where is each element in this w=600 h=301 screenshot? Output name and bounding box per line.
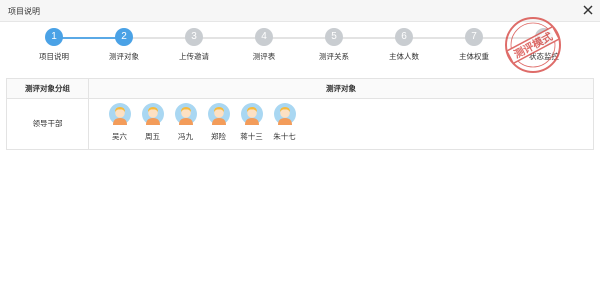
step-number: 2	[115, 28, 133, 46]
person-item[interactable]: 蒋十三	[235, 103, 268, 142]
close-icon[interactable]	[582, 4, 594, 16]
mode-stamp: 测评模式	[505, 17, 561, 73]
step-number: 7	[465, 28, 483, 46]
step-4[interactable]: 4 测评表	[234, 28, 294, 62]
person-name: 蒋十三	[240, 132, 263, 141]
step-label: 项目说明	[39, 52, 69, 61]
person-name: 朱十七	[273, 132, 296, 141]
person-item[interactable]: 朱十七	[268, 103, 301, 142]
person-name: 郑险	[211, 132, 226, 141]
person-item[interactable]: 周五	[136, 103, 169, 142]
person-name: 冯九	[178, 132, 193, 141]
person-item[interactable]: 吴六	[103, 103, 136, 142]
avatar-icon	[108, 103, 131, 125]
step-label: 测评关系	[319, 52, 349, 61]
step-label: 测评表	[252, 52, 276, 61]
group-cell: 领导干部	[7, 99, 89, 149]
header-group: 测评对象分组	[7, 79, 89, 98]
table-row: 领导干部 吴六 周五 冯九 郑险 蒋十三 朱十七	[7, 99, 593, 149]
avatar-icon	[240, 103, 263, 125]
step-label: 主体人数	[389, 52, 419, 61]
step-6[interactable]: 6 主体人数	[374, 28, 434, 62]
step-number: 3	[185, 28, 203, 46]
step-number: 6	[395, 28, 413, 46]
step-number: 4	[255, 28, 273, 46]
window-title: 项目说明	[8, 7, 40, 16]
person-name: 吴六	[112, 132, 127, 141]
avatar-icon	[141, 103, 164, 125]
table-header: 测评对象分组 测评对象	[7, 79, 593, 99]
step-2[interactable]: 2 测评对象	[94, 28, 154, 62]
avatar-icon	[207, 103, 230, 125]
step-label: 上传邀请	[179, 52, 209, 61]
step-7[interactable]: 7 主体权重	[444, 28, 504, 62]
person-item[interactable]: 郑险	[202, 103, 235, 142]
person-name: 周五	[145, 132, 160, 141]
step-1[interactable]: 1 项目说明	[24, 28, 84, 62]
step-label: 主体权重	[459, 52, 489, 61]
step-5[interactable]: 5 测评关系	[304, 28, 364, 62]
step-number: 5	[325, 28, 343, 46]
avatar-icon	[273, 103, 296, 125]
avatar-icon	[174, 103, 197, 125]
step-label: 测评对象	[109, 52, 139, 61]
person-item[interactable]: 冯九	[169, 103, 202, 142]
step-3[interactable]: 3 上传邀请	[164, 28, 224, 62]
step-number: 1	[45, 28, 63, 46]
target-table: 测评对象分组 测评对象 领导干部 吴六 周五 冯九 郑险 蒋十三 朱十七	[6, 78, 594, 150]
people-list: 吴六 周五 冯九 郑险 蒋十三 朱十七	[103, 103, 301, 142]
header-target: 测评对象	[326, 84, 356, 93]
